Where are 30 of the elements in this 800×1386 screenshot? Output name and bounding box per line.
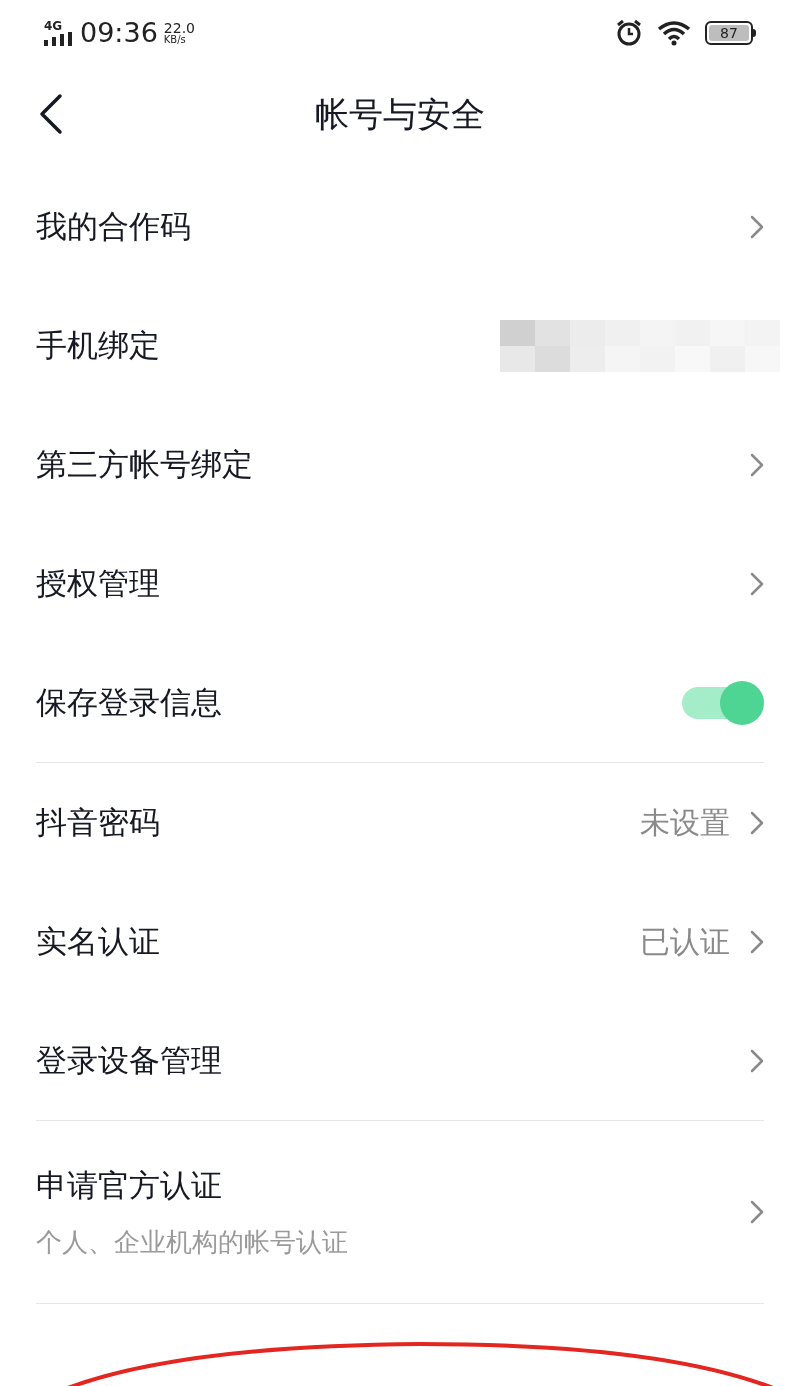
row-label: 手机绑定 [36, 326, 160, 366]
row-value: 未设置 [640, 804, 730, 842]
row-label: 第三方帐号绑定 [36, 445, 253, 485]
page-title: 帐号与安全 [315, 92, 485, 136]
row-label: 申请官方认证 [36, 1166, 223, 1206]
chevron-icon [750, 571, 764, 596]
alarm-icon [615, 19, 643, 47]
network-speed: 22.0 [163, 21, 195, 35]
wifi-icon [657, 20, 691, 46]
battery-level: 87 [720, 26, 738, 40]
chevron-icon [750, 1200, 764, 1224]
back-icon[interactable] [38, 93, 64, 135]
toggle-switch[interactable] [682, 680, 764, 725]
row-label: 我的合作码 [36, 207, 191, 247]
chevron-icon [750, 1048, 764, 1073]
row-label: 授权管理 [36, 564, 160, 604]
row-description: 个人、企业机构的帐号认证 [36, 1225, 348, 1259]
row-label: 保存登录信息 [36, 683, 222, 723]
row-value: 已认证 [640, 923, 730, 961]
row-label: 抖音密码 [36, 803, 160, 843]
chevron-icon [750, 452, 764, 477]
chevron-icon [750, 929, 764, 954]
chevron-icon [750, 810, 764, 835]
signal-icon [44, 32, 74, 46]
row-label: 实名认证 [36, 922, 160, 962]
clock: 09:36 [80, 15, 158, 50]
chevron-icon [750, 214, 764, 239]
row-label: 登录设备管理 [36, 1041, 222, 1081]
network-type: 4G [44, 20, 63, 32]
speed-unit: KB/s [163, 35, 187, 45]
